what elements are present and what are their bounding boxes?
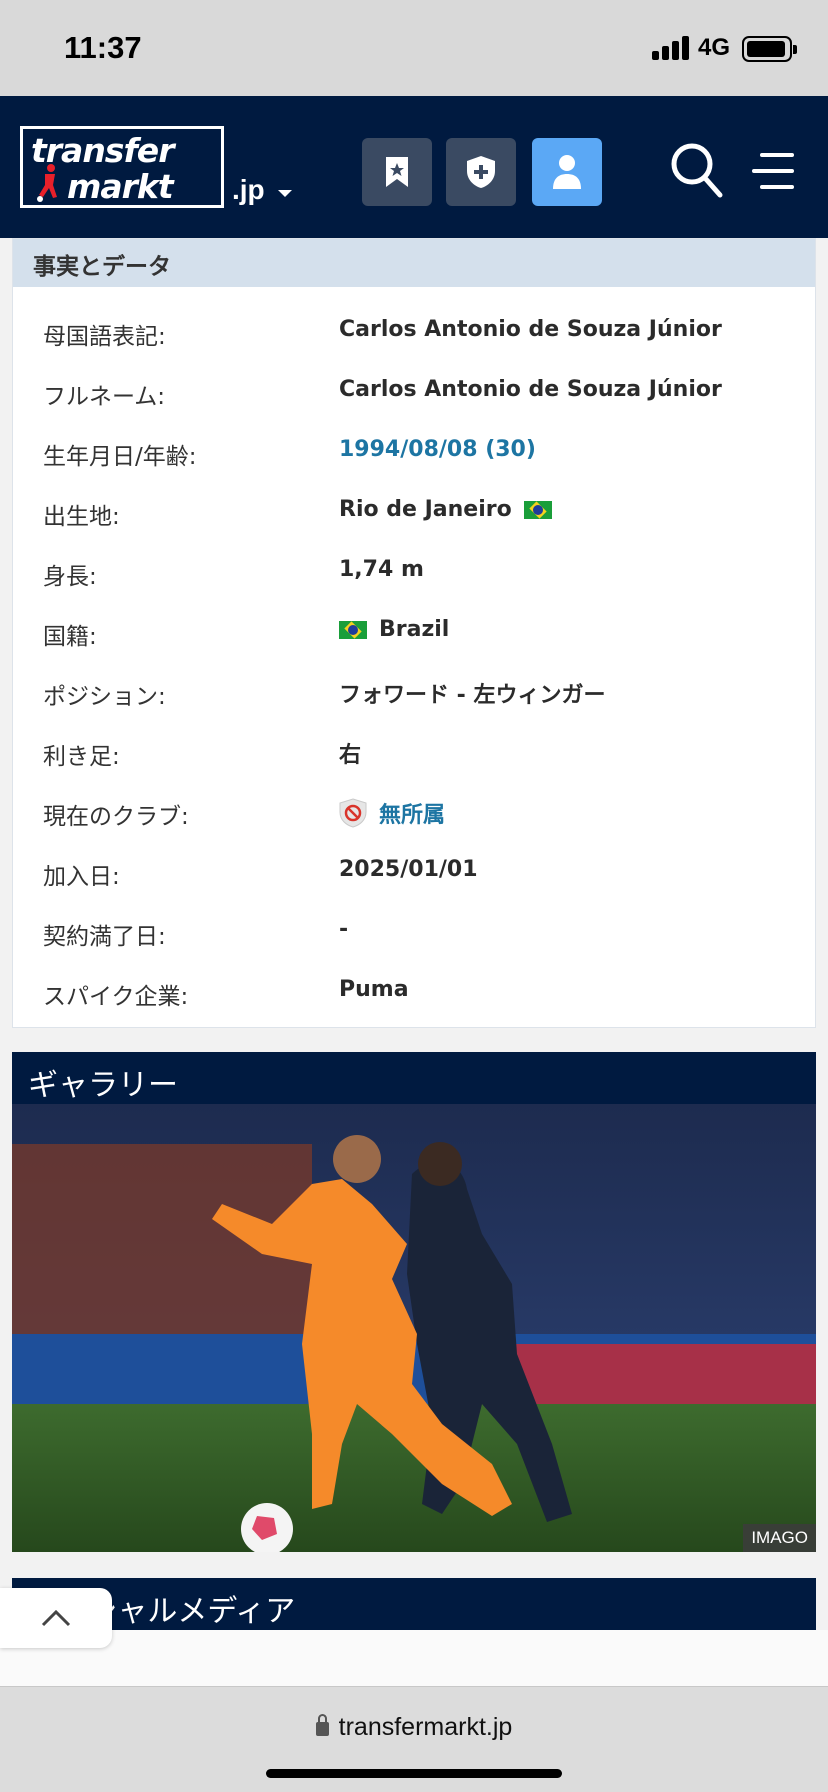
fact-label: 現在のクラブ: bbox=[43, 804, 189, 830]
fact-row-joined: 加入日: 2025/01/01 bbox=[13, 843, 815, 903]
chevron-down-icon[interactable] bbox=[278, 190, 292, 197]
fact-row-current-club: 現在のクラブ: 無所属 bbox=[13, 783, 815, 843]
fact-value: Carlos Antonio de Souza Júnior bbox=[339, 317, 722, 342]
fact-label: フルネーム: bbox=[43, 384, 166, 410]
fact-label: 契約満了日: bbox=[43, 924, 166, 950]
without-club-icon bbox=[339, 798, 367, 828]
gallery-title: ギャラリー bbox=[28, 1068, 178, 1103]
my-club-button[interactable] bbox=[446, 138, 516, 206]
fact-label: 身長: bbox=[43, 564, 97, 590]
fact-label: 国籍: bbox=[43, 624, 97, 650]
facts-title: 事実とデータ bbox=[33, 254, 171, 280]
fact-row-height: 身長: 1,74 m bbox=[13, 543, 815, 603]
fact-row-birthdate: 生年月日/年齢: 1994/08/08 (30) bbox=[13, 423, 815, 483]
shield-plus-icon bbox=[467, 156, 495, 188]
status-bar: 11:37 4G bbox=[0, 0, 828, 96]
fact-label: ポジション: bbox=[43, 684, 166, 710]
battery-icon bbox=[742, 36, 797, 62]
domain-selector[interactable]: .jp bbox=[232, 174, 265, 206]
fact-label: 出生地: bbox=[43, 504, 120, 530]
fact-value: Carlos Antonio de Souza Júnior bbox=[339, 377, 722, 402]
menu-icon[interactable] bbox=[752, 152, 794, 190]
current-club-link[interactable]: 無所属 bbox=[339, 797, 445, 829]
fact-value: 右 bbox=[339, 743, 362, 768]
birthdate-link[interactable]: 1994/08/08 (30) bbox=[339, 437, 536, 462]
network-label: 4G bbox=[698, 34, 731, 61]
fact-value: Rio de Janeiro bbox=[339, 497, 552, 522]
fact-row-contract-expires: 契約満了日: - bbox=[13, 903, 815, 963]
fact-label: 母国語表記: bbox=[43, 324, 166, 350]
fact-value: フォワード - 左ウィンガー bbox=[339, 683, 606, 708]
fact-row-birthplace: 出生地: Rio de Janeiro bbox=[13, 483, 815, 543]
signal-icon bbox=[652, 36, 690, 60]
facts-card: 事実とデータ 母国語表記: Carlos Antonio de Souza Jú… bbox=[12, 238, 816, 1028]
fact-value: 1,74 m bbox=[339, 557, 424, 582]
fact-value: - bbox=[339, 917, 349, 942]
fact-label: スパイク企業: bbox=[43, 984, 189, 1010]
facts-header: 事実とデータ bbox=[13, 239, 815, 287]
fact-value: Brazil bbox=[339, 617, 449, 642]
bookmark-icon bbox=[386, 157, 408, 187]
fact-label: 生年月日/年齢: bbox=[43, 444, 197, 470]
url-text: transfermarkt.jp bbox=[338, 1713, 513, 1741]
logo-text-2: markt bbox=[67, 167, 174, 206]
fact-label: 加入日: bbox=[43, 864, 120, 890]
account-button[interactable] bbox=[532, 138, 602, 206]
chevron-up-icon bbox=[41, 1609, 71, 1627]
lock-icon bbox=[315, 1714, 329, 1736]
gallery-section: ギャラリー IMAGO bbox=[12, 1052, 816, 1552]
fact-row-native-name: 母国語表記: Carlos Antonio de Souza Júnior bbox=[13, 303, 815, 363]
photo-credit: IMAGO bbox=[743, 1524, 816, 1552]
fact-label: 利き足: bbox=[43, 744, 120, 770]
fact-value: 2025/01/01 bbox=[339, 857, 478, 882]
scroll-to-top-button[interactable] bbox=[0, 1588, 112, 1648]
search-icon[interactable] bbox=[670, 142, 724, 200]
status-time: 11:37 bbox=[64, 30, 142, 65]
browser-address-bar[interactable]: transfermarkt.jp bbox=[0, 1686, 828, 1792]
gallery-header: ギャラリー bbox=[12, 1052, 816, 1104]
watchlist-button[interactable] bbox=[362, 138, 432, 206]
social-media-header: ソーシャルメディア bbox=[12, 1578, 816, 1630]
home-indicator[interactable] bbox=[266, 1769, 562, 1778]
fact-row-full-name: フルネーム: Carlos Antonio de Souza Júnior bbox=[13, 363, 815, 423]
transfermarkt-logo[interactable]: transfer markt bbox=[20, 126, 224, 208]
site-header: transfer markt .jp bbox=[0, 96, 828, 238]
brazil-flag-icon bbox=[523, 500, 552, 519]
fact-row-position: ポジション: フォワード - 左ウィンガー bbox=[13, 663, 815, 723]
address-field[interactable]: transfermarkt.jp bbox=[0, 1713, 828, 1742]
user-icon bbox=[553, 155, 581, 189]
fact-row-citizenship: 国籍: Brazil bbox=[13, 603, 815, 663]
content-bottom bbox=[0, 1630, 828, 1686]
logo-player-icon bbox=[37, 164, 57, 202]
brazil-flag-icon bbox=[339, 620, 367, 639]
fact-value: Puma bbox=[339, 977, 409, 1002]
gallery-photo[interactable]: IMAGO bbox=[12, 1104, 816, 1552]
fact-row-outfitter: スパイク企業: Puma bbox=[13, 963, 815, 1023]
fact-row-foot: 利き足: 右 bbox=[13, 723, 815, 783]
match-photo-image bbox=[12, 1104, 816, 1552]
